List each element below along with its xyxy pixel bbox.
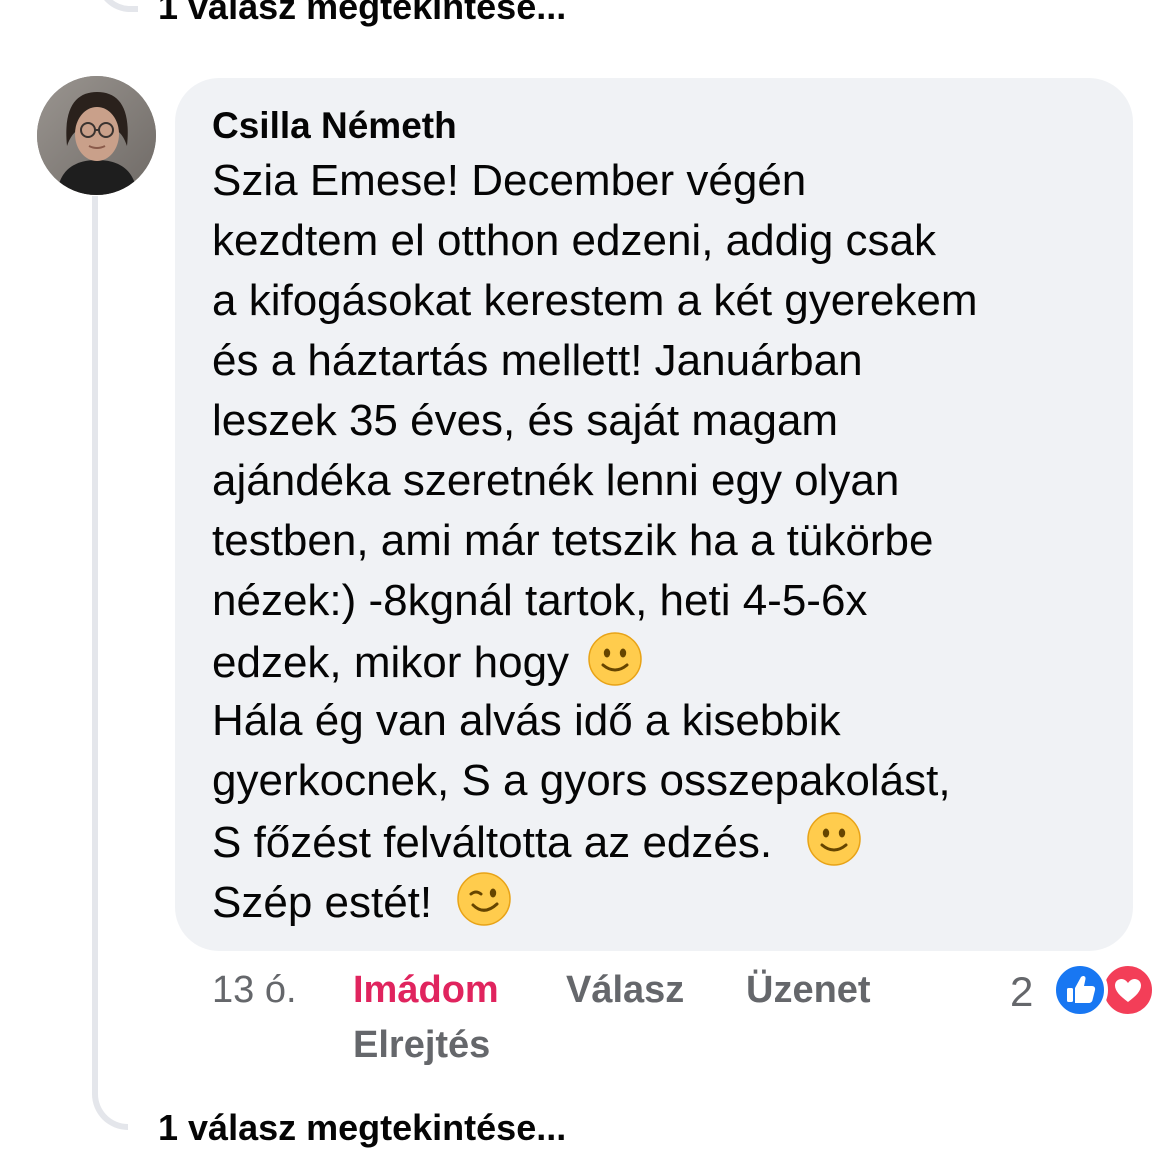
thread-connector xyxy=(92,196,128,1130)
comment-line: testben, ami már tetszik ha a tükörbe xyxy=(212,516,934,565)
comment-line: Hála ég van alvás idő a kisebbik xyxy=(212,696,841,745)
comment-line-with-emoji: S főzést felváltotta az edzés. xyxy=(212,811,1103,871)
comment-text: Szia Emese! December végén kezdtem el ot… xyxy=(212,151,1103,931)
like-icon xyxy=(1052,962,1108,1018)
comment-line: és a háztartás mellett! Januárban xyxy=(212,336,863,385)
view-replies-link[interactable]: 1 válasz megtekintése... xyxy=(158,1107,566,1149)
comment-bubble: Csilla Németh Szia Emese! December végén… xyxy=(175,78,1133,951)
reaction-count: 2 xyxy=(1010,968,1034,1015)
comment-line: ajándéka szeretnék lenni egy olyan xyxy=(212,456,900,505)
comment-line: a kifogásokat kerestem a két gyerekem xyxy=(212,276,978,325)
comment-line: Szia Emese! December végén xyxy=(212,156,807,205)
slightly-smiling-face-icon xyxy=(587,631,643,687)
comment-line: nézek:) -8kgnál tartok, heti 4-5-6x xyxy=(212,576,868,625)
winking-face-icon xyxy=(456,871,512,927)
thread-connector-top xyxy=(96,0,138,12)
love-icon xyxy=(1100,962,1156,1018)
comment-line-text: edzek, mikor hogy xyxy=(212,638,570,687)
hide-button[interactable]: Elrejtés xyxy=(353,1024,490,1067)
comment-timestamp[interactable]: 13 ó. xyxy=(212,969,297,1012)
comment-line: gyerkocnek, S a gyors osszepakolást, xyxy=(212,756,951,805)
love-reaction-button[interactable]: Imádom xyxy=(353,969,499,1012)
comment-line-with-emoji: Szép estét! xyxy=(212,871,1103,931)
comment-author[interactable]: Csilla Németh xyxy=(212,104,1103,148)
avatar[interactable] xyxy=(37,76,156,195)
comment-line-with-emoji: edzek, mikor hogy xyxy=(212,631,1103,691)
view-replies-link-previous[interactable]: 1 válasz megtekintése... xyxy=(158,0,566,28)
comment-line: leszek 35 éves, és saját magam xyxy=(212,396,839,445)
comment-line: kezdtem el otthon edzeni, addig csak xyxy=(212,216,937,265)
message-button[interactable]: Üzenet xyxy=(746,969,871,1012)
comment-line-text: Szép estét! xyxy=(212,878,433,927)
comment-line-text: S főzést felváltotta az edzés. xyxy=(212,818,785,867)
reply-button[interactable]: Válasz xyxy=(566,969,684,1012)
slightly-smiling-face-icon xyxy=(806,811,862,867)
